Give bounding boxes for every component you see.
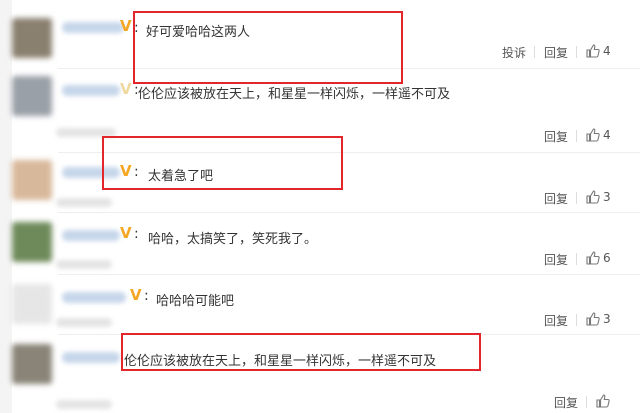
like-button[interactable]: 3	[586, 190, 611, 204]
reply-button[interactable]: 回复	[554, 394, 578, 411]
thumbs-up-icon	[586, 251, 600, 265]
left-edge	[0, 0, 12, 413]
divider	[576, 253, 577, 265]
avatar[interactable]	[12, 284, 52, 324]
username[interactable]	[62, 22, 124, 33]
comment-item: 伦伦应该被放在天上，和星星一样闪烁，一样遥不可及 回复	[12, 334, 640, 413]
reply-button[interactable]: 回复	[544, 44, 568, 61]
comment-item: V : 哈哈哈可能吧 回复 3	[12, 274, 640, 334]
avatar[interactable]	[12, 18, 52, 58]
comment-colon: :	[134, 164, 139, 180]
avatar[interactable]	[12, 222, 52, 262]
like-count: 4	[603, 44, 611, 58]
comment-item: V : 伦伦应该被放在天上，和星星一样闪烁，一样遥不可及 回复 4	[12, 68, 640, 153]
comment-text: 好可爱哈哈这两人	[146, 25, 251, 40]
vip-badge-icon: V	[120, 224, 132, 242]
username[interactable]	[62, 292, 126, 303]
avatar[interactable]	[12, 76, 52, 116]
like-button[interactable]: 4	[586, 44, 611, 58]
like-button[interactable]	[596, 394, 613, 408]
reply-button[interactable]: 回复	[544, 312, 568, 329]
reply-button[interactable]: 回复	[544, 128, 568, 145]
like-count: 3	[603, 312, 611, 326]
username[interactable]	[62, 85, 120, 96]
divider	[534, 46, 535, 58]
divider	[576, 314, 577, 326]
comment-item: V : 太着急了吧 回复 3	[12, 152, 640, 212]
divider	[576, 46, 577, 58]
like-count: 4	[603, 128, 611, 142]
vip-badge-icon: V	[120, 80, 132, 98]
comment-colon: :	[144, 288, 149, 304]
username[interactable]	[62, 352, 120, 363]
comment-item: V : 哈哈，太搞笑了，笑死我了。 回复 6	[12, 212, 640, 274]
like-button[interactable]: 6	[586, 251, 611, 265]
vip-badge-icon: V	[120, 162, 132, 180]
thumbs-up-icon	[586, 190, 600, 204]
vip-badge-icon: V	[120, 17, 132, 35]
thumbs-up-icon	[586, 44, 600, 58]
comment-time	[56, 400, 112, 409]
divider	[576, 130, 577, 142]
comment-time	[56, 260, 112, 269]
divider	[586, 396, 587, 408]
avatar[interactable]	[12, 160, 52, 200]
like-count: 6	[603, 251, 611, 265]
username[interactable]	[62, 230, 120, 241]
like-button[interactable]: 4	[586, 128, 611, 142]
vip-badge-icon: V	[130, 286, 142, 304]
divider	[576, 192, 577, 204]
comment-item: V : 好可爱哈哈这两人 投诉 回复 4	[12, 0, 640, 68]
comment-text: 哈哈，太搞笑了，笑死我了。	[148, 232, 318, 247]
comment-time	[56, 198, 112, 207]
comment-time	[56, 318, 112, 327]
like-count: 3	[603, 190, 611, 204]
username[interactable]	[62, 167, 120, 178]
thumbs-up-icon	[586, 312, 600, 326]
comment-text: 太着急了吧	[148, 169, 214, 184]
comment-text: 伦伦应该被放在天上，和星星一样闪烁，一样遥不可及	[138, 87, 451, 102]
reply-button[interactable]: 回复	[544, 251, 568, 268]
like-button[interactable]: 3	[586, 312, 611, 326]
comment-colon: :	[134, 20, 139, 36]
avatar[interactable]	[12, 344, 52, 384]
thumbs-up-icon	[596, 394, 610, 408]
thumbs-up-icon	[586, 128, 600, 142]
comment-text: 哈哈哈可能吧	[156, 294, 235, 309]
comment-text: 伦伦应该被放在天上，和星星一样闪烁，一样遥不可及	[124, 354, 437, 369]
report-button[interactable]: 投诉	[502, 44, 526, 61]
reply-button[interactable]: 回复	[544, 190, 568, 207]
comment-colon: :	[134, 226, 139, 242]
comment-time	[56, 128, 116, 137]
